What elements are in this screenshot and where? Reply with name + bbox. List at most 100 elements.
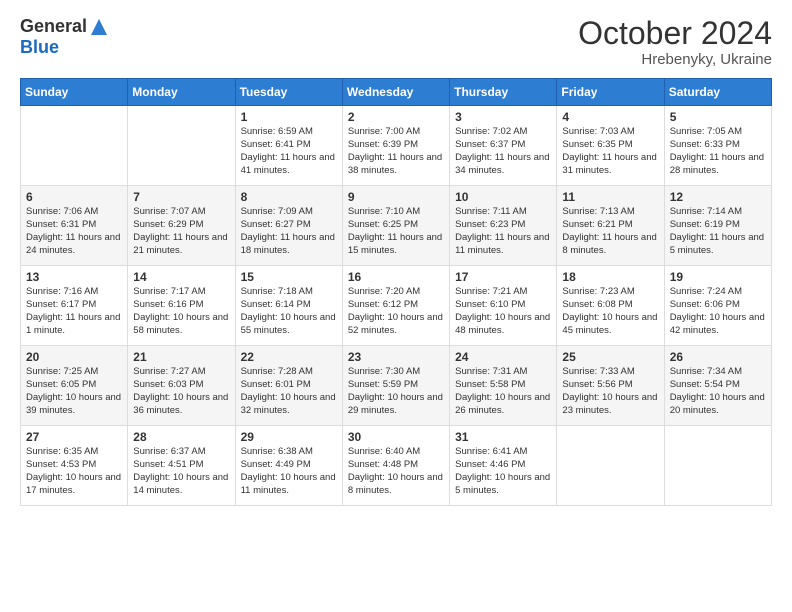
calendar-cell: 23Sunrise: 7:30 AMSunset: 5:59 PMDayligh… — [342, 346, 449, 426]
calendar-cell: 15 Sunrise: 7:18 AMSunset: 6:14 PMDayligh… — [235, 266, 342, 346]
calendar-week-4: 20Sunrise: 7:25 AMSunset: 6:05 PMDayligh… — [21, 346, 772, 426]
day-info: Sunrise: 7:27 AMSunset: 6:03 PMDaylight:… — [133, 366, 229, 417]
day-info: Sunrise: 7:05 AMSunset: 6:33 PMDaylight:… — [670, 126, 766, 177]
day-info: Sunrise: 7:13 AMSunset: 6:21 PMDaylight:… — [562, 206, 658, 257]
calendar-week-1: 1Sunrise: 6:59 AMSunset: 6:41 PMDaylight… — [21, 106, 772, 186]
day-number: 17 — [455, 270, 551, 284]
calendar-table: SundayMondayTuesdayWednesdayThursdayFrid… — [20, 78, 772, 506]
day-number: 8 — [241, 190, 337, 204]
calendar-cell: 9 Sunrise: 7:10 AMSunset: 6:25 PMDaylight… — [342, 186, 449, 266]
calendar-cell — [557, 426, 664, 506]
calendar-cell: 8Sunrise: 7:09 AMSunset: 6:27 PMDaylight… — [235, 186, 342, 266]
day-info: Sunrise: 7:28 AMSunset: 6:01 PMDaylight:… — [241, 366, 337, 417]
day-info: Sunrise: 7:34 AMSunset: 5:54 PMDaylight:… — [670, 366, 766, 417]
logo-general-text: General — [20, 16, 87, 37]
calendar-cell: 31Sunrise: 6:41 AMSunset: 4:46 PMDayligh… — [450, 426, 557, 506]
day-number: 4 — [562, 110, 658, 124]
calendar-cell: 4Sunrise: 7:03 AMSunset: 6:35 PMDaylight… — [557, 106, 664, 186]
day-number: 29 — [241, 430, 337, 444]
calendar-cell: 26 Sunrise: 7:34 AMSunset: 5:54 PMDayligh… — [664, 346, 771, 426]
calendar-cell: 20Sunrise: 7:25 AMSunset: 6:05 PMDayligh… — [21, 346, 128, 426]
calendar-week-2: 6Sunrise: 7:06 AMSunset: 6:31 PMDaylight… — [21, 186, 772, 266]
day-info: Sunrise: 6:38 AMSunset: 4:49 PMDaylight:… — [241, 446, 337, 497]
calendar-header-row: SundayMondayTuesdayWednesdayThursdayFrid… — [21, 79, 772, 106]
calendar-cell — [664, 426, 771, 506]
day-info: Sunrise: 7:10 AMSunset: 6:25 PMDaylight:… — [348, 206, 444, 257]
calendar-cell: 13Sunrise: 7:16 AMSunset: 6:17 PMDayligh… — [21, 266, 128, 346]
day-number: 14 — [133, 270, 229, 284]
day-number: 2 — [348, 110, 444, 124]
calendar-week-5: 27 Sunrise: 6:35 AMSunset: 4:53 PMDayligh… — [21, 426, 772, 506]
day-number: 15 — [241, 270, 337, 284]
day-number: 25 — [562, 350, 658, 364]
day-number: 5 — [670, 110, 766, 124]
day-number: 10 — [455, 190, 551, 204]
calendar-cell: 17 Sunrise: 7:21 AMSunset: 6:10 PMDayligh… — [450, 266, 557, 346]
calendar-cell — [128, 106, 235, 186]
day-info: Sunrise: 7:02 AMSunset: 6:37 PMDaylight:… — [455, 126, 551, 177]
day-info: Sunrise: 7:20 AMSunset: 6:12 PMDaylight:… — [348, 286, 444, 337]
day-number: 27 — [26, 430, 122, 444]
calendar-cell: 21Sunrise: 7:27 AMSunset: 6:03 PMDayligh… — [128, 346, 235, 426]
day-info: Sunrise: 6:40 AMSunset: 4:48 PMDaylight:… — [348, 446, 444, 497]
day-number: 9 — [348, 190, 444, 204]
day-info: Sunrise: 7:14 AMSunset: 6:19 PMDaylight:… — [670, 206, 766, 257]
day-number: 11 — [562, 190, 658, 204]
day-number: 24 — [455, 350, 551, 364]
calendar-cell: 10 Sunrise: 7:11 AMSunset: 6:23 PMDayligh… — [450, 186, 557, 266]
calendar-cell: 24 Sunrise: 7:31 AMSunset: 5:58 PMDayligh… — [450, 346, 557, 426]
calendar-cell: 30 Sunrise: 6:40 AMSunset: 4:48 PMDayligh… — [342, 426, 449, 506]
day-number: 26 — [670, 350, 766, 364]
day-info: Sunrise: 7:25 AMSunset: 6:05 PMDaylight:… — [26, 366, 122, 417]
day-number: 16 — [348, 270, 444, 284]
subtitle: Hrebenyky, Ukraine — [578, 51, 772, 68]
calendar-cell: 25 Sunrise: 7:33 AMSunset: 5:56 PMDayligh… — [557, 346, 664, 426]
day-info: Sunrise: 7:18 AMSunset: 6:14 PMDaylight:… — [241, 286, 337, 337]
day-number: 23 — [348, 350, 444, 364]
calendar-header-wednesday: Wednesday — [342, 79, 449, 106]
day-info: Sunrise: 7:06 AMSunset: 6:31 PMDaylight:… — [26, 206, 122, 257]
day-number: 13 — [26, 270, 122, 284]
calendar-cell: 18Sunrise: 7:23 AMSunset: 6:08 PMDayligh… — [557, 266, 664, 346]
day-info: Sunrise: 6:37 AMSunset: 4:51 PMDaylight:… — [133, 446, 229, 497]
day-info: Sunrise: 7:31 AMSunset: 5:58 PMDaylight:… — [455, 366, 551, 417]
day-number: 28 — [133, 430, 229, 444]
calendar-cell: 27 Sunrise: 6:35 AMSunset: 4:53 PMDayligh… — [21, 426, 128, 506]
day-number: 3 — [455, 110, 551, 124]
calendar-cell: 19Sunrise: 7:24 AMSunset: 6:06 PMDayligh… — [664, 266, 771, 346]
logo-icon — [89, 17, 109, 37]
calendar-cell: 6Sunrise: 7:06 AMSunset: 6:31 PMDaylight… — [21, 186, 128, 266]
calendar-cell — [21, 106, 128, 186]
calendar-cell: 22Sunrise: 7:28 AMSunset: 6:01 PMDayligh… — [235, 346, 342, 426]
calendar-header-monday: Monday — [128, 79, 235, 106]
day-number: 30 — [348, 430, 444, 444]
day-info: Sunrise: 6:35 AMSunset: 4:53 PMDaylight:… — [26, 446, 122, 497]
calendar-cell: 7Sunrise: 7:07 AMSunset: 6:29 PMDaylight… — [128, 186, 235, 266]
day-number: 1 — [241, 110, 337, 124]
calendar-cell: 2 Sunrise: 7:00 AMSunset: 6:39 PMDaylight… — [342, 106, 449, 186]
calendar-header-thursday: Thursday — [450, 79, 557, 106]
day-info: Sunrise: 7:11 AMSunset: 6:23 PMDaylight:… — [455, 206, 551, 257]
day-number: 18 — [562, 270, 658, 284]
day-number: 19 — [670, 270, 766, 284]
calendar-cell: 3 Sunrise: 7:02 AMSunset: 6:37 PMDaylight… — [450, 106, 557, 186]
logo-blue-text: Blue — [20, 37, 59, 58]
month-title: October 2024 — [578, 16, 772, 51]
day-info: Sunrise: 7:33 AMSunset: 5:56 PMDaylight:… — [562, 366, 658, 417]
calendar-header-friday: Friday — [557, 79, 664, 106]
calendar-header-saturday: Saturday — [664, 79, 771, 106]
calendar-week-3: 13Sunrise: 7:16 AMSunset: 6:17 PMDayligh… — [21, 266, 772, 346]
calendar-cell: 1Sunrise: 6:59 AMSunset: 6:41 PMDaylight… — [235, 106, 342, 186]
day-info: Sunrise: 7:07 AMSunset: 6:29 PMDaylight:… — [133, 206, 229, 257]
logo: General Blue — [20, 16, 109, 58]
day-number: 12 — [670, 190, 766, 204]
calendar-cell: 16 Sunrise: 7:20 AMSunset: 6:12 PMDayligh… — [342, 266, 449, 346]
day-info: Sunrise: 7:17 AMSunset: 6:16 PMDaylight:… — [133, 286, 229, 337]
calendar-cell: 29 Sunrise: 6:38 AMSunset: 4:49 PMDayligh… — [235, 426, 342, 506]
title-block: October 2024 Hrebenyky, Ukraine — [578, 16, 772, 68]
day-info: Sunrise: 7:21 AMSunset: 6:10 PMDaylight:… — [455, 286, 551, 337]
calendar-header-tuesday: Tuesday — [235, 79, 342, 106]
day-info: Sunrise: 7:00 AMSunset: 6:39 PMDaylight:… — [348, 126, 444, 177]
calendar-cell: 14 Sunrise: 7:17 AMSunset: 6:16 PMDayligh… — [128, 266, 235, 346]
day-info: Sunrise: 6:41 AMSunset: 4:46 PMDaylight:… — [455, 446, 551, 497]
